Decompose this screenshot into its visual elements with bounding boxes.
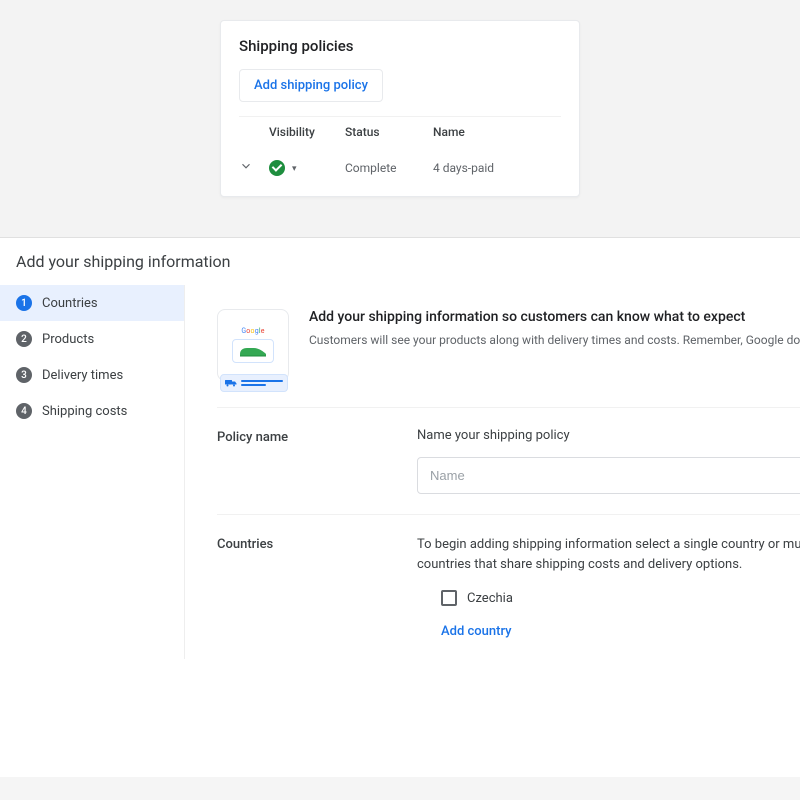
policies-columns: Visibility Status Name [239, 116, 561, 149]
shipping-wizard: Add your shipping information 1 Countrie… [0, 237, 800, 777]
step-number-icon: 4 [16, 403, 32, 419]
shipping-policies-panel: Shipping policies Add shipping policy Vi… [0, 0, 800, 237]
step-number-icon: 3 [16, 367, 32, 383]
google-logo-icon: Google [241, 327, 264, 335]
policy-status: Complete [345, 161, 433, 175]
countries-label: Countries [217, 535, 417, 639]
countries-helper: To begin adding shipping information sel… [417, 535, 800, 574]
wizard-steps: 1 Countries 2 Products 3 Delivery times … [0, 285, 185, 659]
shoe-icon [232, 339, 274, 363]
col-visibility: Visibility [269, 125, 345, 139]
truck-icon [220, 374, 288, 392]
shipping-policies-card: Shipping policies Add shipping policy Vi… [220, 20, 580, 197]
step-number-icon: 2 [16, 331, 32, 347]
step-shipping-costs[interactable]: 4 Shipping costs [0, 393, 184, 429]
step-delivery-times[interactable]: 3 Delivery times [0, 357, 184, 393]
step-label: Shipping costs [42, 404, 127, 419]
countries-row: Countries To begin adding shipping infor… [217, 514, 800, 659]
step-products[interactable]: 2 Products [0, 321, 184, 357]
shipping-policies-title: Shipping policies [239, 37, 561, 55]
policy-name-helper: Name your shipping policy [417, 428, 800, 443]
visibility-dropdown-icon[interactable]: ▾ [292, 164, 297, 174]
step-label: Delivery times [42, 368, 123, 383]
hero-heading: Add your shipping information so custome… [309, 309, 800, 325]
hero-subtext: Customers will see your products along w… [309, 333, 800, 347]
policy-name-cell: 4 days-paid [433, 161, 561, 175]
country-option-label: Czechia [467, 591, 513, 606]
policy-name-input[interactable] [417, 457, 800, 494]
col-name: Name [433, 125, 561, 139]
step-label: Countries [42, 296, 98, 311]
wizard-main: Google Add your shipping information so … [185, 285, 800, 659]
chevron-down-icon[interactable] [239, 159, 253, 173]
policy-name-row: Policy name Name your shipping policy [217, 407, 800, 514]
step-label: Products [42, 332, 94, 347]
hero: Google Add your shipping information so … [217, 309, 800, 381]
step-number-icon: 1 [16, 295, 32, 311]
country-option[interactable]: Czechia [441, 590, 800, 606]
add-country-link[interactable]: Add country [441, 624, 512, 639]
product-illustration: Google [217, 309, 289, 381]
wizard-title: Add your shipping information [0, 252, 800, 285]
step-countries[interactable]: 1 Countries [0, 285, 184, 321]
col-status: Status [345, 125, 433, 139]
policy-name-label: Policy name [217, 428, 417, 494]
checkbox-icon[interactable] [441, 590, 457, 606]
visibility-check-icon[interactable] [269, 160, 285, 176]
policy-row[interactable]: ▾ Complete 4 days-paid [239, 149, 561, 186]
add-shipping-policy-button[interactable]: Add shipping policy [239, 69, 383, 102]
